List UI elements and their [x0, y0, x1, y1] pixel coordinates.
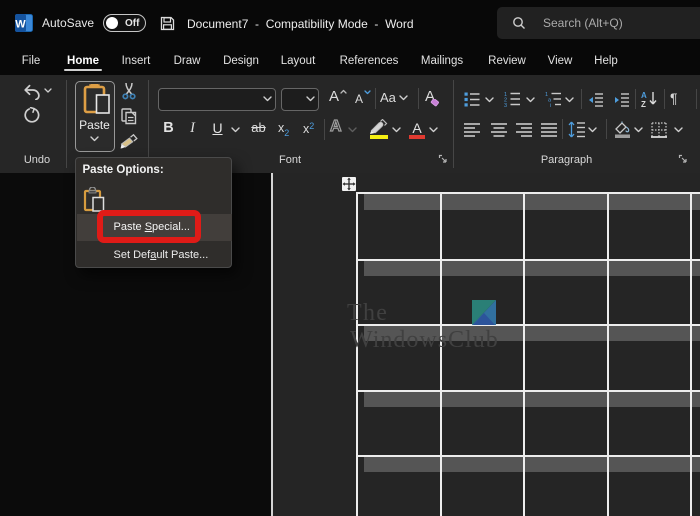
svg-text:Z: Z — [641, 100, 646, 108]
svg-text:A: A — [641, 91, 647, 100]
svg-text:W: W — [15, 19, 26, 31]
svg-text:3: 3 — [504, 103, 507, 107]
svg-text:i: i — [550, 103, 551, 107]
